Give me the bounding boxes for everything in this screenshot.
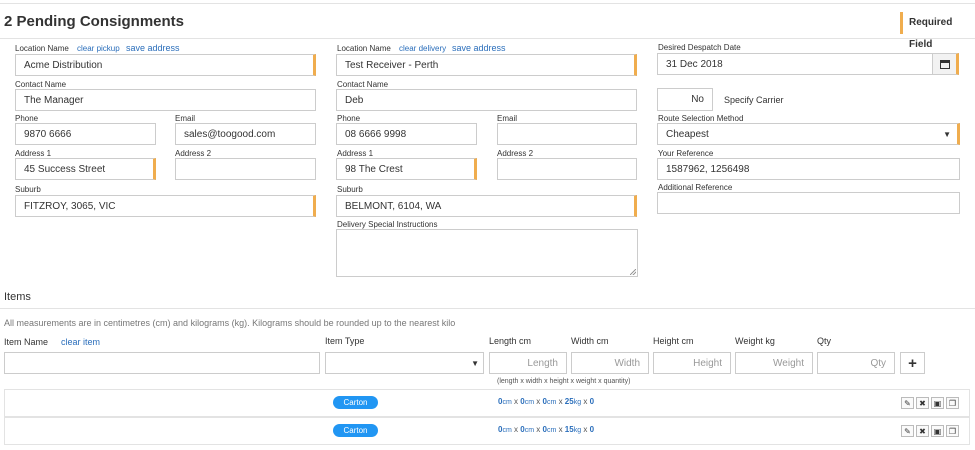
length-input[interactable]: Length bbox=[489, 352, 567, 374]
weight-input[interactable]: Weight bbox=[735, 352, 813, 374]
delivery-email-input[interactable] bbox=[497, 123, 637, 145]
row-actions: ✎ ✖ ▣ ❐ bbox=[901, 425, 959, 437]
route-method-select[interactable]: Cheapest ▼ bbox=[657, 123, 960, 145]
chevron-down-icon: ▼ bbox=[471, 358, 479, 368]
items-divider bbox=[0, 308, 975, 309]
item-type-label: Item Type bbox=[325, 336, 365, 346]
item-type-badge: Carton bbox=[333, 424, 378, 437]
edit-icon[interactable]: ✎ bbox=[901, 397, 914, 409]
additional-reference-label: Additional Reference bbox=[658, 183, 733, 192]
plus-icon: + bbox=[908, 354, 917, 372]
calendar-button[interactable] bbox=[932, 53, 959, 75]
item-type-select[interactable]: ▼ bbox=[325, 352, 484, 374]
item-name-label: Item Name bbox=[4, 337, 49, 347]
additional-reference-input[interactable] bbox=[657, 192, 960, 214]
pickup-suburb-input[interactable]: FITZROY, 3065, VIC bbox=[15, 195, 316, 217]
chevron-down-icon: ▼ bbox=[943, 129, 951, 139]
item-dimensions: 0cm x 0cm x 0cm x 25kg x 0 bbox=[498, 397, 595, 406]
delivery-instructions-label: Delivery Special Instructions bbox=[337, 220, 438, 229]
item-dimensions: 0cm x 0cm x 0cm x 15kg x 0 bbox=[498, 425, 595, 434]
pickup-suburb-label: Suburb bbox=[15, 185, 41, 194]
top-divider bbox=[0, 3, 975, 4]
page-title: 2 Pending Consignments bbox=[4, 13, 185, 30]
weight-label: Weight kg bbox=[735, 336, 775, 346]
pickup-contact-label: Contact Name bbox=[15, 80, 67, 89]
clear-pickup-link[interactable]: clear pickup bbox=[77, 44, 120, 53]
clear-delivery-link[interactable]: clear delivery bbox=[399, 44, 446, 53]
header-divider bbox=[0, 38, 975, 39]
table-row: Carton 0cm x 0cm x 0cm x 15kg x 0 ✎ ✖ ▣ … bbox=[4, 417, 970, 445]
despatch-date-input[interactable]: 31 Dec 2018 bbox=[657, 53, 933, 75]
copy-icon[interactable]: ❐ bbox=[946, 397, 959, 409]
delete-icon[interactable]: ✖ bbox=[916, 397, 929, 409]
row-actions: ✎ ✖ ▣ ❐ bbox=[901, 397, 959, 409]
height-input[interactable]: Height bbox=[653, 352, 731, 374]
delivery-contact-label: Contact Name bbox=[337, 80, 389, 89]
dimension-hint: (length x width x height x weight x quan… bbox=[497, 378, 631, 385]
delivery-address1-label: Address 1 bbox=[337, 149, 374, 158]
width-input[interactable]: Width bbox=[571, 352, 649, 374]
pickup-address2-input[interactable] bbox=[175, 158, 316, 180]
resize-grip-icon[interactable] bbox=[630, 269, 636, 275]
delivery-address2-label: Address 2 bbox=[497, 149, 534, 158]
pickup-email-label: Email bbox=[175, 114, 196, 123]
despatch-date-label: Desired Despatch Date bbox=[658, 43, 741, 52]
height-label: Height cm bbox=[653, 336, 694, 346]
pickup-phone-label: Phone bbox=[15, 114, 39, 123]
clear-item-link[interactable]: clear item bbox=[61, 337, 100, 347]
pickup-address2-label: Address 2 bbox=[175, 149, 212, 158]
specify-carrier-toggle[interactable]: No bbox=[657, 88, 713, 111]
measurement-note: All measurements are in centimetres (cm)… bbox=[4, 318, 456, 328]
table-row: Carton 0cm x 0cm x 0cm x 25kg x 0 ✎ ✖ ▣ … bbox=[4, 389, 970, 417]
delivery-phone-label: Phone bbox=[337, 114, 361, 123]
pickup-address1-label: Address 1 bbox=[15, 149, 52, 158]
route-method-value: Cheapest bbox=[666, 128, 709, 140]
calendar-icon bbox=[939, 59, 950, 69]
your-reference-label: Your Reference bbox=[658, 149, 714, 158]
delivery-email-label: Email bbox=[497, 114, 518, 123]
delivery-location-input[interactable]: Test Receiver - Perth bbox=[336, 54, 637, 76]
items-section-title: Items bbox=[4, 291, 31, 303]
delivery-suburb-input[interactable]: BELMONT, 6104, WA bbox=[336, 195, 637, 217]
your-reference-input[interactable]: 1587962, 1256498 bbox=[657, 158, 960, 180]
delivery-instructions-textarea[interactable] bbox=[336, 229, 638, 277]
add-item-button[interactable]: + bbox=[900, 352, 925, 374]
pickup-location-label: Location Name bbox=[15, 44, 69, 53]
save-icon[interactable]: ▣ bbox=[931, 425, 944, 437]
save-icon[interactable]: ▣ bbox=[931, 397, 944, 409]
pickup-phone-input[interactable]: 9870 6666 bbox=[15, 123, 156, 145]
copy-icon[interactable]: ❐ bbox=[946, 425, 959, 437]
save-delivery-address-link[interactable]: save address bbox=[452, 43, 506, 53]
route-method-label: Route Selection Method bbox=[658, 114, 744, 123]
edit-icon[interactable]: ✎ bbox=[901, 425, 914, 437]
qty-input[interactable]: Qty bbox=[817, 352, 895, 374]
pickup-contact-input[interactable]: The Manager bbox=[15, 89, 316, 111]
delivery-address1-input[interactable]: 98 The Crest bbox=[336, 158, 477, 180]
qty-label: Qty bbox=[817, 336, 832, 346]
delivery-contact-input[interactable]: Deb bbox=[336, 89, 637, 111]
specify-carrier-label: Specify Carrier bbox=[724, 95, 784, 105]
delete-icon[interactable]: ✖ bbox=[916, 425, 929, 437]
delivery-suburb-label: Suburb bbox=[337, 185, 363, 194]
required-field-legend: Required Field bbox=[900, 12, 972, 50]
delivery-location-label: Location Name bbox=[337, 44, 391, 53]
item-type-badge: Carton bbox=[333, 396, 378, 409]
width-label: Width cm bbox=[571, 336, 609, 346]
pickup-email-input[interactable]: sales@toogood.com bbox=[175, 123, 316, 145]
length-label: Length cm bbox=[489, 336, 532, 346]
delivery-phone-input[interactable]: 08 6666 9998 bbox=[336, 123, 477, 145]
delivery-address2-input[interactable] bbox=[497, 158, 637, 180]
save-pickup-address-link[interactable]: save address bbox=[126, 43, 180, 53]
item-name-input[interactable] bbox=[4, 352, 320, 374]
pickup-location-input[interactable]: Acme Distribution bbox=[15, 54, 316, 76]
pickup-address1-input[interactable]: 45 Success Street bbox=[15, 158, 156, 180]
